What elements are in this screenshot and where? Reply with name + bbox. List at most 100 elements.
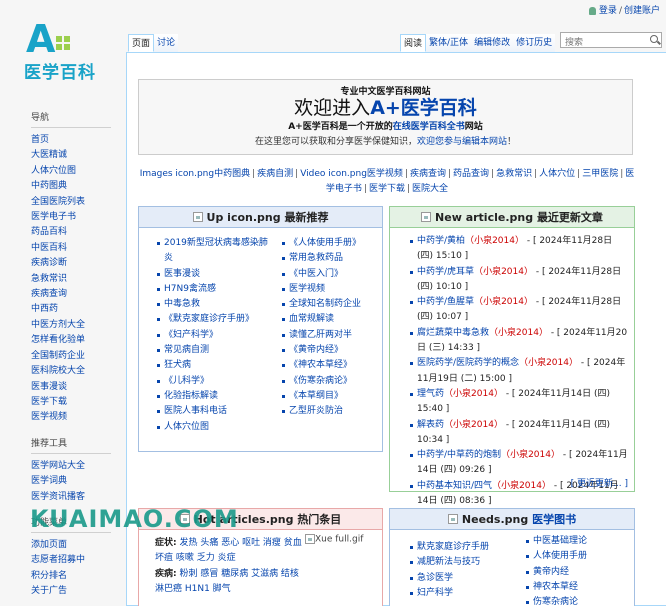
- sidebar-nav-item[interactable]: 中医方剂大全: [31, 318, 126, 333]
- sidebar-nav-item[interactable]: 医学电子书: [31, 210, 126, 225]
- recent-article-link[interactable]: 中药学/黄柏: [417, 236, 465, 246]
- sidebar-nav-item[interactable]: 全国制药企业: [31, 349, 126, 364]
- books-title[interactable]: 医学图书: [532, 511, 576, 527]
- book-item[interactable]: 神农本草经: [524, 580, 624, 595]
- quick-link[interactable]: 药品查询: [453, 169, 489, 179]
- book-item[interactable]: 中医基础理论: [524, 534, 624, 549]
- book-item[interactable]: 黄帝内经: [524, 565, 624, 580]
- sidebar-nav-item[interactable]: 人体穴位图: [31, 164, 126, 179]
- quick-link[interactable]: Video icon.png医学视频: [300, 169, 403, 179]
- recent-user[interactable]: 小泉2014: [453, 420, 494, 430]
- recent-article-link[interactable]: 中药学/鱼腥草: [417, 297, 474, 307]
- brand-link[interactable]: A+医学百科: [370, 97, 477, 119]
- recommend-item[interactable]: 全球知名制药企业: [280, 297, 376, 312]
- recommend-item[interactable]: 狂犬病: [155, 358, 276, 373]
- recommend-item[interactable]: 常用急救药品: [280, 251, 376, 266]
- quick-link[interactable]: 医学下载: [369, 184, 405, 194]
- disease-links[interactable]: 粉刺 感冒 糖尿病 艾滋病 结核 淋巴癌 H1N1 脚气: [155, 569, 299, 594]
- recommend-item[interactable]: 常见病自测: [155, 343, 276, 358]
- tab-talk[interactable]: 讨论: [154, 34, 179, 52]
- recent-user[interactable]: 小泉2014: [474, 236, 515, 246]
- tab-edit[interactable]: 编辑修改: [471, 34, 514, 52]
- book-item[interactable]: 默克家庭诊疗手册: [408, 540, 516, 555]
- quick-link[interactable]: 急救常识: [496, 169, 532, 179]
- recent-user[interactable]: 小泉2014: [498, 328, 539, 338]
- recommend-item[interactable]: 乙型肝炎防治: [280, 404, 376, 419]
- sidebar-tool-item[interactable]: 医学网站大全: [31, 459, 126, 474]
- sidebar-nav-item[interactable]: 医学下载: [31, 395, 126, 410]
- recent-user[interactable]: 小泉2014: [510, 450, 551, 460]
- recent-article-link[interactable]: 腐烂蔬菜中毒急救: [417, 328, 489, 338]
- recent-user[interactable]: 小泉2014: [453, 389, 494, 399]
- sidebar-nav-item[interactable]: 中医百科: [31, 241, 126, 256]
- sidebar-nav-item[interactable]: 药品百科: [31, 225, 126, 240]
- quick-link[interactable]: 三甲医院: [582, 169, 618, 179]
- recent-user[interactable]: 小泉2014: [528, 358, 569, 368]
- recommend-item[interactable]: 读懂乙肝两对半: [280, 328, 376, 343]
- quick-link[interactable]: 人体穴位: [539, 169, 575, 179]
- recent-user[interactable]: 小泉2014: [483, 297, 524, 307]
- sidebar-func-item[interactable]: 积分排名: [31, 569, 126, 584]
- tab-page[interactable]: 页面: [128, 34, 155, 52]
- recommend-item[interactable]: 化验指标解读: [155, 389, 276, 404]
- sidebar-nav-item[interactable]: 中药图典: [31, 179, 126, 194]
- sidebar-nav-item[interactable]: 急救常识: [31, 272, 126, 287]
- recent-article-link[interactable]: 中药学/中草药的炮制: [417, 450, 501, 460]
- sidebar-func-item[interactable]: 志愿者招募中: [31, 553, 126, 568]
- recommend-item[interactable]: 《本草纲目》: [280, 389, 376, 404]
- recent-user[interactable]: 小泉2014: [483, 267, 524, 277]
- sidebar-tool-item[interactable]: 医学词典: [31, 474, 126, 489]
- edit-invite-link[interactable]: 欢迎您参与编辑本网站: [417, 137, 507, 147]
- login-link[interactable]: 登录: [599, 6, 617, 16]
- recommend-item[interactable]: 《中医入门》: [280, 267, 376, 282]
- recent-article-link[interactable]: 医院药学/医院药学的概念: [417, 358, 519, 368]
- sidebar-func-item[interactable]: 关于广告: [31, 584, 126, 599]
- search-input[interactable]: 搜索: [560, 32, 662, 48]
- recommend-item[interactable]: 《儿科学》: [155, 374, 276, 389]
- sidebar-tool-item[interactable]: 医学资讯播客: [31, 490, 126, 505]
- recommend-item[interactable]: 人体穴位图: [155, 420, 276, 435]
- sidebar-nav-item[interactable]: 全国医院列表: [31, 195, 126, 210]
- recommend-item[interactable]: 医学视频: [280, 282, 376, 297]
- recommend-item[interactable]: 医院人事科电话: [155, 404, 276, 419]
- quick-link[interactable]: 疾病查询: [410, 169, 446, 179]
- encyclopedia-link[interactable]: 在线医学百科全书: [393, 122, 465, 132]
- sidebar-nav-item[interactable]: 中西药: [31, 302, 126, 317]
- book-item[interactable]: 人体使用手册: [524, 549, 624, 564]
- tab-variant[interactable]: 繁体/正体: [426, 34, 472, 52]
- recent-user[interactable]: 小泉2014: [501, 481, 542, 491]
- create-account-link[interactable]: 创建账户: [624, 6, 660, 16]
- site-logo[interactable]: A 医学百科: [24, 20, 114, 84]
- book-item[interactable]: 伤寒杂病论: [524, 595, 624, 606]
- sidebar-nav-item[interactable]: 大医精诚: [31, 148, 126, 163]
- recent-article-link[interactable]: 解表药: [417, 420, 444, 430]
- sidebar-nav-item[interactable]: 医科院校大全: [31, 364, 126, 379]
- recent-article-link[interactable]: 中药基本知识/四气: [417, 481, 492, 491]
- book-item[interactable]: 妇产科学: [408, 586, 516, 601]
- more-updates-link[interactable]: [ 更近更新... ]: [571, 476, 628, 489]
- recent-article-link[interactable]: 理气药: [417, 389, 444, 399]
- book-item[interactable]: 急诊医学: [408, 571, 516, 586]
- sidebar-nav-item[interactable]: 首页: [31, 133, 126, 148]
- recent-article-link[interactable]: 中药学/虎耳草: [417, 267, 474, 277]
- quick-link[interactable]: Images icon.png中药图典: [140, 169, 250, 179]
- recommend-item[interactable]: 《妇产科学》: [155, 328, 276, 343]
- recommend-item[interactable]: H7N9禽流感: [155, 282, 276, 297]
- quick-link[interactable]: 疾病自测: [257, 169, 293, 179]
- sidebar-nav-item[interactable]: 疾病诊断: [31, 256, 126, 271]
- tab-history[interactable]: 修订历史: [513, 34, 556, 52]
- recommend-item[interactable]: 《神农本草经》: [280, 358, 376, 373]
- search-icon[interactable]: [650, 35, 658, 43]
- recommend-item[interactable]: 中毒急救: [155, 297, 276, 312]
- recommend-item[interactable]: 血常规解读: [280, 312, 376, 327]
- recommend-item[interactable]: 《伤寒杂病论》: [280, 374, 376, 389]
- sidebar-nav-item[interactable]: 疾病查询: [31, 287, 126, 302]
- recommend-item[interactable]: 《默克家庭诊疗手册》: [155, 312, 276, 327]
- book-item[interactable]: 减肥新法与技巧: [408, 555, 516, 570]
- recommend-item[interactable]: 医事漫谈: [155, 267, 276, 282]
- sidebar-func-item[interactable]: 添加页面: [31, 538, 126, 553]
- tab-read[interactable]: 阅读: [400, 34, 427, 52]
- recommend-item[interactable]: 《人体使用手册》: [280, 236, 376, 251]
- sidebar-nav-item[interactable]: 医学视频: [31, 410, 126, 425]
- recommend-item[interactable]: 《黄帝内经》: [280, 343, 376, 358]
